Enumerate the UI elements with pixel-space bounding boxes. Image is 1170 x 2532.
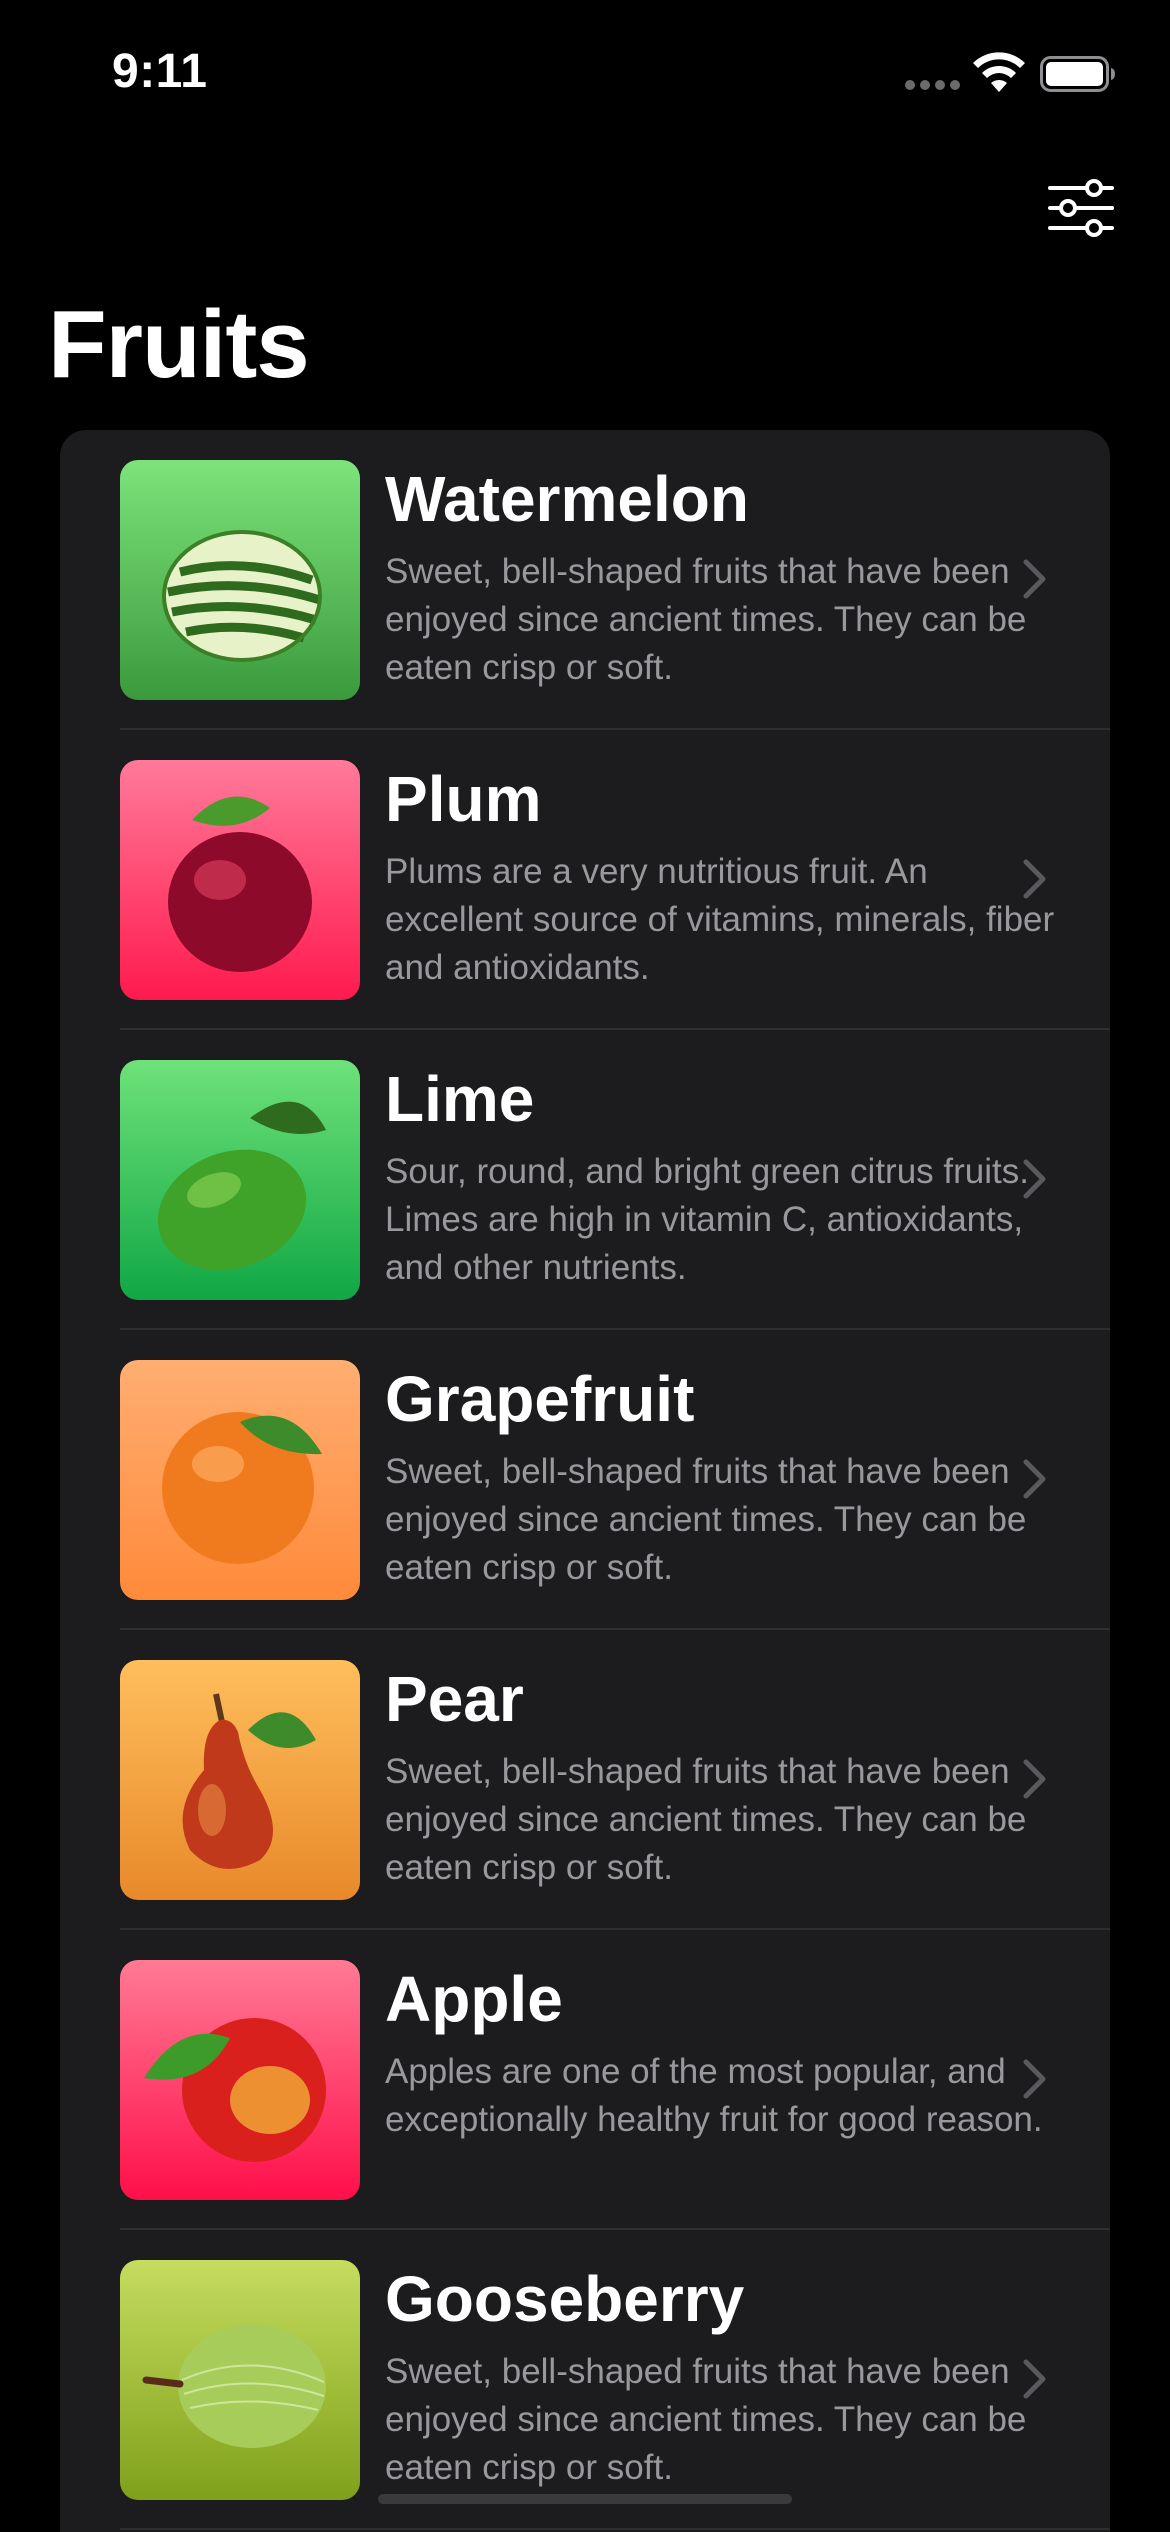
home-indicator[interactable]: [378, 2494, 792, 2504]
cellular-signal-icon: [905, 80, 961, 92]
fruit-description: Plums are a very nutritious fruit. An ex…: [385, 852, 1055, 987]
chevron-right-icon: [1023, 1459, 1046, 1499]
fruit-name: Apple: [385, 1963, 563, 2035]
fruit-row-apple[interactable]: Apple Apples are one of the most popular…: [60, 1930, 1110, 2230]
chevron-right-icon: [1023, 1759, 1046, 1799]
plum-icon: [120, 760, 360, 1000]
fruit-row-lime[interactable]: Lime Sour, round, and bright green citru…: [60, 1030, 1110, 1330]
fruit-row-gooseberry[interactable]: Gooseberry Sweet, bell-shaped fruits tha…: [60, 2230, 1110, 2530]
fruit-description: Sweet, bell-shaped fruits that have been…: [385, 2352, 1027, 2487]
grapefruit-icon: [120, 1360, 360, 1600]
wifi-icon: [972, 52, 1026, 94]
status-time: 9:11: [112, 45, 208, 98]
pear-icon: [120, 1660, 360, 1900]
apple-icon: [120, 1960, 360, 2200]
fruit-name: Watermelon: [385, 463, 749, 535]
fruit-description: Apples are one of the most popular, and …: [385, 2052, 1043, 2139]
fruit-description: Sweet, bell-shaped fruits that have been…: [385, 1752, 1027, 1887]
fruit-row-grapefruit[interactable]: Grapefruit Sweet, bell-shaped fruits tha…: [60, 1330, 1110, 1630]
fruit-name: Grapefruit: [385, 1363, 695, 1435]
fruit-description: Sweet, bell-shaped fruits that have been…: [385, 1452, 1027, 1587]
page-title: Fruits: [48, 291, 310, 398]
row-divider: [120, 2528, 1110, 2530]
chevron-right-icon: [1023, 859, 1046, 899]
gooseberry-icon: [120, 2260, 360, 2500]
fruit-name: Plum: [385, 763, 542, 835]
sliders-icon: [1048, 179, 1114, 237]
battery-icon: [1040, 56, 1116, 92]
fruit-list: Watermelon Sweet, bell-shaped fruits tha…: [60, 430, 1110, 2532]
chevron-right-icon: [1023, 559, 1046, 599]
lime-icon: [120, 1060, 360, 1300]
fruit-row-plum[interactable]: Plum Plums are a very nutritious fruit. …: [60, 730, 1110, 1030]
fruit-row-watermelon[interactable]: Watermelon Sweet, bell-shaped fruits tha…: [60, 430, 1110, 730]
status-bar: 9:11: [0, 0, 1170, 150]
chevron-right-icon: [1023, 2059, 1046, 2099]
fruit-description: Sour, round, and bright green citrus fru…: [385, 1152, 1029, 1287]
chevron-right-icon: [1023, 2359, 1046, 2399]
fruit-name: Gooseberry: [385, 2263, 745, 2335]
fruit-row-pear[interactable]: Pear Sweet, bell-shaped fruits that have…: [60, 1630, 1110, 1930]
fruit-name: Pear: [385, 1663, 524, 1735]
filter-button[interactable]: [1046, 178, 1116, 238]
fruit-name: Lime: [385, 1063, 535, 1135]
fruit-description: Sweet, bell-shaped fruits that have been…: [385, 552, 1027, 687]
chevron-right-icon: [1023, 1159, 1046, 1199]
screen: 9:11 Fruits Watermelon Sweet, bell-shape…: [0, 0, 1170, 2532]
watermelon-icon: [120, 460, 360, 700]
